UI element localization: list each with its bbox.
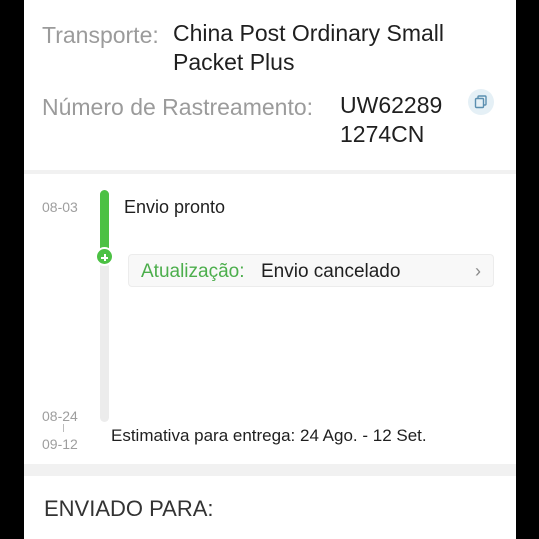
copy-tracking-button[interactable] — [468, 89, 494, 115]
estimate-date-to: 09-12 — [42, 436, 78, 452]
shipped-to-heading: ENVIADO PARA: — [44, 496, 214, 521]
update-value: Envio cancelado — [261, 261, 401, 282]
carrier-label: Transporte: — [42, 22, 159, 48]
tracking-number-line2: 1274CN — [340, 121, 425, 147]
chevron-right-icon: › — [475, 261, 481, 281]
tracking-number-label: Número de Rastreamento: — [42, 94, 314, 120]
event-text: Envio pronto — [124, 197, 226, 217]
tracking-number-line1: UW62289 — [340, 92, 443, 118]
shipped-to-section: ENVIADO PARA: — [24, 476, 516, 539]
tracking-timeline-section — [24, 174, 516, 464]
carrier-name-line1: China Post Ordinary Small — [173, 20, 444, 46]
date-range-separator — [63, 424, 64, 432]
section-divider — [24, 464, 516, 476]
update-row[interactable]: Atualização: Envio cancelado › — [128, 254, 494, 287]
shipping-info-section: Transporte: China Post Ordinary Small Pa… — [24, 0, 516, 170]
order-tracking-screen: Transporte: China Post Ordinary Small Pa… — [24, 0, 516, 539]
copy-icon — [474, 95, 487, 109]
estimate-date-from: 08-24 — [42, 408, 78, 424]
delivery-estimate-text: Estimativa para entrega: 24 Ago. - 12 Se… — [111, 426, 427, 445]
expand-events-icon[interactable] — [95, 247, 114, 266]
update-label: Atualização: — [141, 261, 245, 282]
event-date: 08-03 — [42, 199, 78, 215]
carrier-name-line2: Packet Plus — [173, 49, 295, 75]
